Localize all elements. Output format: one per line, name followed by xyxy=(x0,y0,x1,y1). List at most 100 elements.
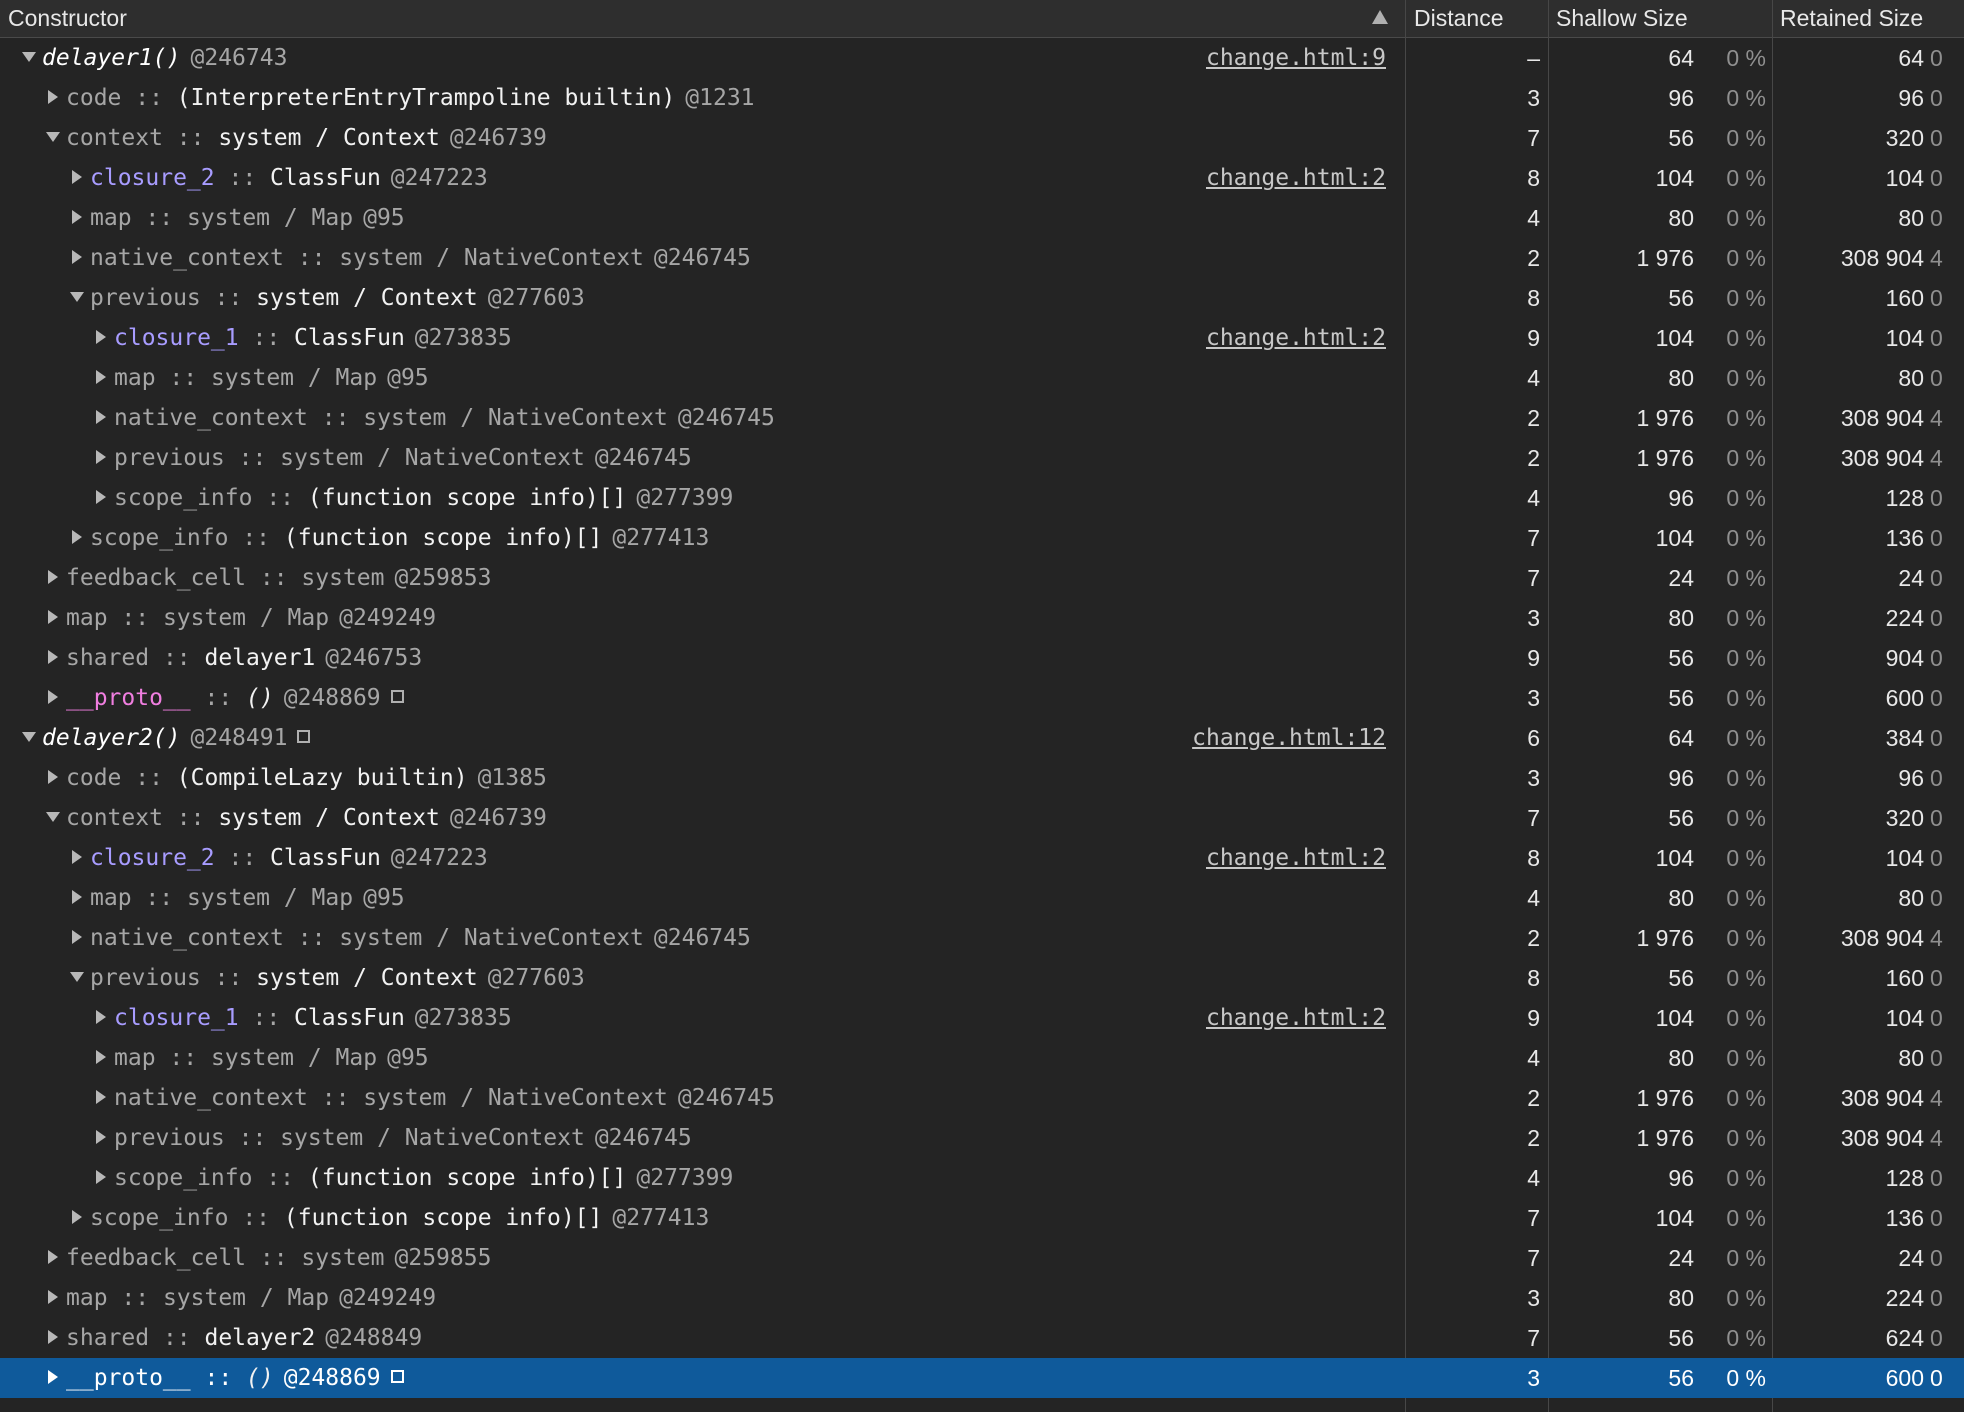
tree-row-object-id: @95 xyxy=(363,885,405,911)
expanded-triangle-icon[interactable] xyxy=(22,731,36,742)
tree-row[interactable]: native_context :: system / NativeContext… xyxy=(0,1078,1964,1118)
tree-row[interactable]: previous :: system / NativeContext @24674… xyxy=(0,438,1964,478)
source-location-link[interactable]: change.html:2 xyxy=(1206,158,1386,198)
tree-row-object-type: (function scope info)[] xyxy=(307,1165,627,1191)
tree-row[interactable]: shared :: delayer2 @248849 7 56 0 % 624 0 xyxy=(0,1318,1964,1358)
tree-row[interactable]: previous :: system / NativeContext @24674… xyxy=(0,1118,1964,1158)
tree-row[interactable]: map :: system / Map @249249 3 80 0 % 224 0 xyxy=(0,598,1964,638)
collapsed-triangle-icon[interactable] xyxy=(72,889,82,904)
collapsed-triangle-icon[interactable] xyxy=(96,329,106,344)
column-header-retained-size[interactable]: Retained Size xyxy=(1772,0,1964,37)
tree-row[interactable]: context :: system / Context @246739 7 56 0 %… xyxy=(0,798,1964,838)
tree-row[interactable]: native_context :: system / NativeContext… xyxy=(0,238,1964,278)
tree-row-name-cell: closure_1 :: ClassFun @273835 xyxy=(0,318,1405,358)
collapsed-triangle-icon[interactable] xyxy=(48,1329,58,1344)
expanded-triangle-icon[interactable] xyxy=(70,291,84,302)
tree-row-object-id: @246743 xyxy=(190,45,288,71)
collapsed-triangle-icon[interactable] xyxy=(48,689,58,704)
tree-row[interactable]: closure_1 :: ClassFun @273835 change.html:… xyxy=(0,998,1964,1038)
collapsed-triangle-icon[interactable] xyxy=(48,649,58,664)
store-as-global-icon[interactable] xyxy=(390,690,404,703)
collapsed-triangle-icon[interactable] xyxy=(96,1129,106,1144)
expanded-triangle-icon[interactable] xyxy=(46,131,60,142)
distance-value: 2 xyxy=(1527,1085,1540,1111)
tree-row[interactable]: map :: system / Map @95 4 80 0 % 80 0 xyxy=(0,198,1964,238)
collapsed-triangle-icon[interactable] xyxy=(72,929,82,944)
store-as-global-icon[interactable] xyxy=(390,1370,404,1383)
tree-row-object-id: @277413 xyxy=(612,1205,710,1231)
expanded-triangle-icon[interactable] xyxy=(22,51,36,62)
collapsed-triangle-icon[interactable] xyxy=(72,249,82,264)
tree-row[interactable]: scope_info :: (function scope info)[] @27… xyxy=(0,1158,1964,1198)
tree-row-object-type: system / NativeContext xyxy=(280,445,585,471)
tree-row[interactable]: shared :: delayer1 @246753 9 56 0 % 904 0 xyxy=(0,638,1964,678)
collapsed-triangle-icon[interactable] xyxy=(72,209,82,224)
tree-row[interactable]: closure_1 :: ClassFun @273835 change.html:… xyxy=(0,318,1964,358)
source-location-link[interactable]: change.html:12 xyxy=(1192,718,1386,758)
tree-row[interactable]: code :: (InterpreterEntryTrampoline buil… xyxy=(0,78,1964,118)
collapsed-triangle-icon[interactable] xyxy=(48,1289,58,1304)
collapsed-triangle-icon[interactable] xyxy=(96,449,106,464)
tree-row-separator: :: xyxy=(246,1245,302,1271)
tree-row[interactable]: feedback_cell :: system @259853 7 24 0 % 24 0 xyxy=(0,558,1964,598)
column-header-constructor[interactable]: Constructor xyxy=(0,0,1405,37)
tree-row[interactable]: context :: system / Context @246739 7 56 0 %… xyxy=(0,118,1964,158)
distance-value: 3 xyxy=(1527,765,1540,791)
distance-value: 8 xyxy=(1527,285,1540,311)
retained-size-percent: 0 xyxy=(1930,1205,1943,1231)
tree-row[interactable]: closure_2 :: ClassFun @247223 change.html:… xyxy=(0,838,1964,878)
retained-size-value: 96 xyxy=(1898,765,1924,791)
tree-row[interactable]: native_context :: system / NativeContext… xyxy=(0,398,1964,438)
tree-row[interactable]: native_context :: system / NativeContext… xyxy=(0,918,1964,958)
retained-size-value: 96 xyxy=(1898,85,1924,111)
tree-row[interactable]: map :: system / Map @95 4 80 0 % 80 0 xyxy=(0,878,1964,918)
tree-row[interactable]: scope_info :: (function scope info)[] @27… xyxy=(0,518,1964,558)
column-header-distance[interactable]: Distance xyxy=(1406,0,1548,37)
column-header-shallow-size[interactable]: Shallow Size xyxy=(1548,0,1772,37)
tree-row[interactable]: map :: system / Map @95 4 80 0 % 80 0 xyxy=(0,1038,1964,1078)
collapsed-triangle-icon[interactable] xyxy=(48,1369,58,1384)
collapsed-triangle-icon[interactable] xyxy=(96,409,106,424)
collapsed-triangle-icon[interactable] xyxy=(48,569,58,584)
tree-row-name-cell: map :: system / Map @95 xyxy=(0,878,1405,918)
tree-row[interactable]: previous :: system / Context @277603 8 56 0 … xyxy=(0,278,1964,318)
collapsed-triangle-icon[interactable] xyxy=(96,1169,106,1184)
collapsed-triangle-icon[interactable] xyxy=(96,489,106,504)
collapsed-triangle-icon[interactable] xyxy=(48,1249,58,1264)
distance-value: 4 xyxy=(1527,365,1540,391)
tree-row[interactable]: feedback_cell :: system @259855 7 24 0 % 24 0 xyxy=(0,1238,1964,1278)
collapsed-triangle-icon[interactable] xyxy=(96,369,106,384)
distance-value: 3 xyxy=(1527,1365,1540,1391)
collapsed-triangle-icon[interactable] xyxy=(48,769,58,784)
collapsed-triangle-icon[interactable] xyxy=(72,1209,82,1224)
expanded-triangle-icon[interactable] xyxy=(46,811,60,822)
tree-row[interactable]: scope_info :: (function scope info)[] @27… xyxy=(0,478,1964,518)
source-location-link[interactable]: change.html:2 xyxy=(1206,838,1386,878)
sort-ascending-icon[interactable] xyxy=(1372,10,1388,24)
collapsed-triangle-icon[interactable] xyxy=(96,1009,106,1024)
tree-row[interactable]: scope_info :: (function scope info)[] @27… xyxy=(0,1198,1964,1238)
collapsed-triangle-icon[interactable] xyxy=(48,609,58,624)
expanded-triangle-icon[interactable] xyxy=(70,971,84,982)
source-location-link[interactable]: change.html:2 xyxy=(1206,318,1386,358)
tree-row[interactable]: __proto__ :: () @248869 3 56 0 % 600 0 xyxy=(0,678,1964,718)
tree-row[interactable]: closure_2 :: ClassFun @247223 change.html:… xyxy=(0,158,1964,198)
collapsed-triangle-icon[interactable] xyxy=(72,529,82,544)
tree-row[interactable]: map :: system / Map @249249 3 80 0 % 224 0 xyxy=(0,1278,1964,1318)
source-location-link[interactable]: change.html:9 xyxy=(1206,38,1386,78)
tree-row[interactable]: delayer1() @246743 change.html:9–64 0 % 64 0 xyxy=(0,38,1964,78)
source-location-link[interactable]: change.html:2 xyxy=(1206,998,1386,1038)
tree-row[interactable]: map :: system / Map @95 4 80 0 % 80 0 xyxy=(0,358,1964,398)
collapsed-triangle-icon[interactable] xyxy=(48,89,58,104)
tree-row[interactable]: previous :: system / Context @277603 8 56 0 … xyxy=(0,958,1964,998)
tree-row-object-id: @246753 xyxy=(325,645,423,671)
collapsed-triangle-icon[interactable] xyxy=(96,1089,106,1104)
tree-row-object-id: @1385 xyxy=(477,765,547,791)
tree-row[interactable]: code :: (CompileLazy builtin) @1385 3 96 0 %… xyxy=(0,758,1964,798)
tree-row[interactable]: __proto__ :: () @248869 3 56 0 % 600 0 xyxy=(0,1358,1964,1398)
store-as-global-icon[interactable] xyxy=(297,730,311,743)
collapsed-triangle-icon[interactable] xyxy=(96,1049,106,1064)
collapsed-triangle-icon[interactable] xyxy=(72,169,82,184)
tree-row[interactable]: delayer2() @248491 change.html:12 6 64 0 % 384… xyxy=(0,718,1964,758)
collapsed-triangle-icon[interactable] xyxy=(72,849,82,864)
